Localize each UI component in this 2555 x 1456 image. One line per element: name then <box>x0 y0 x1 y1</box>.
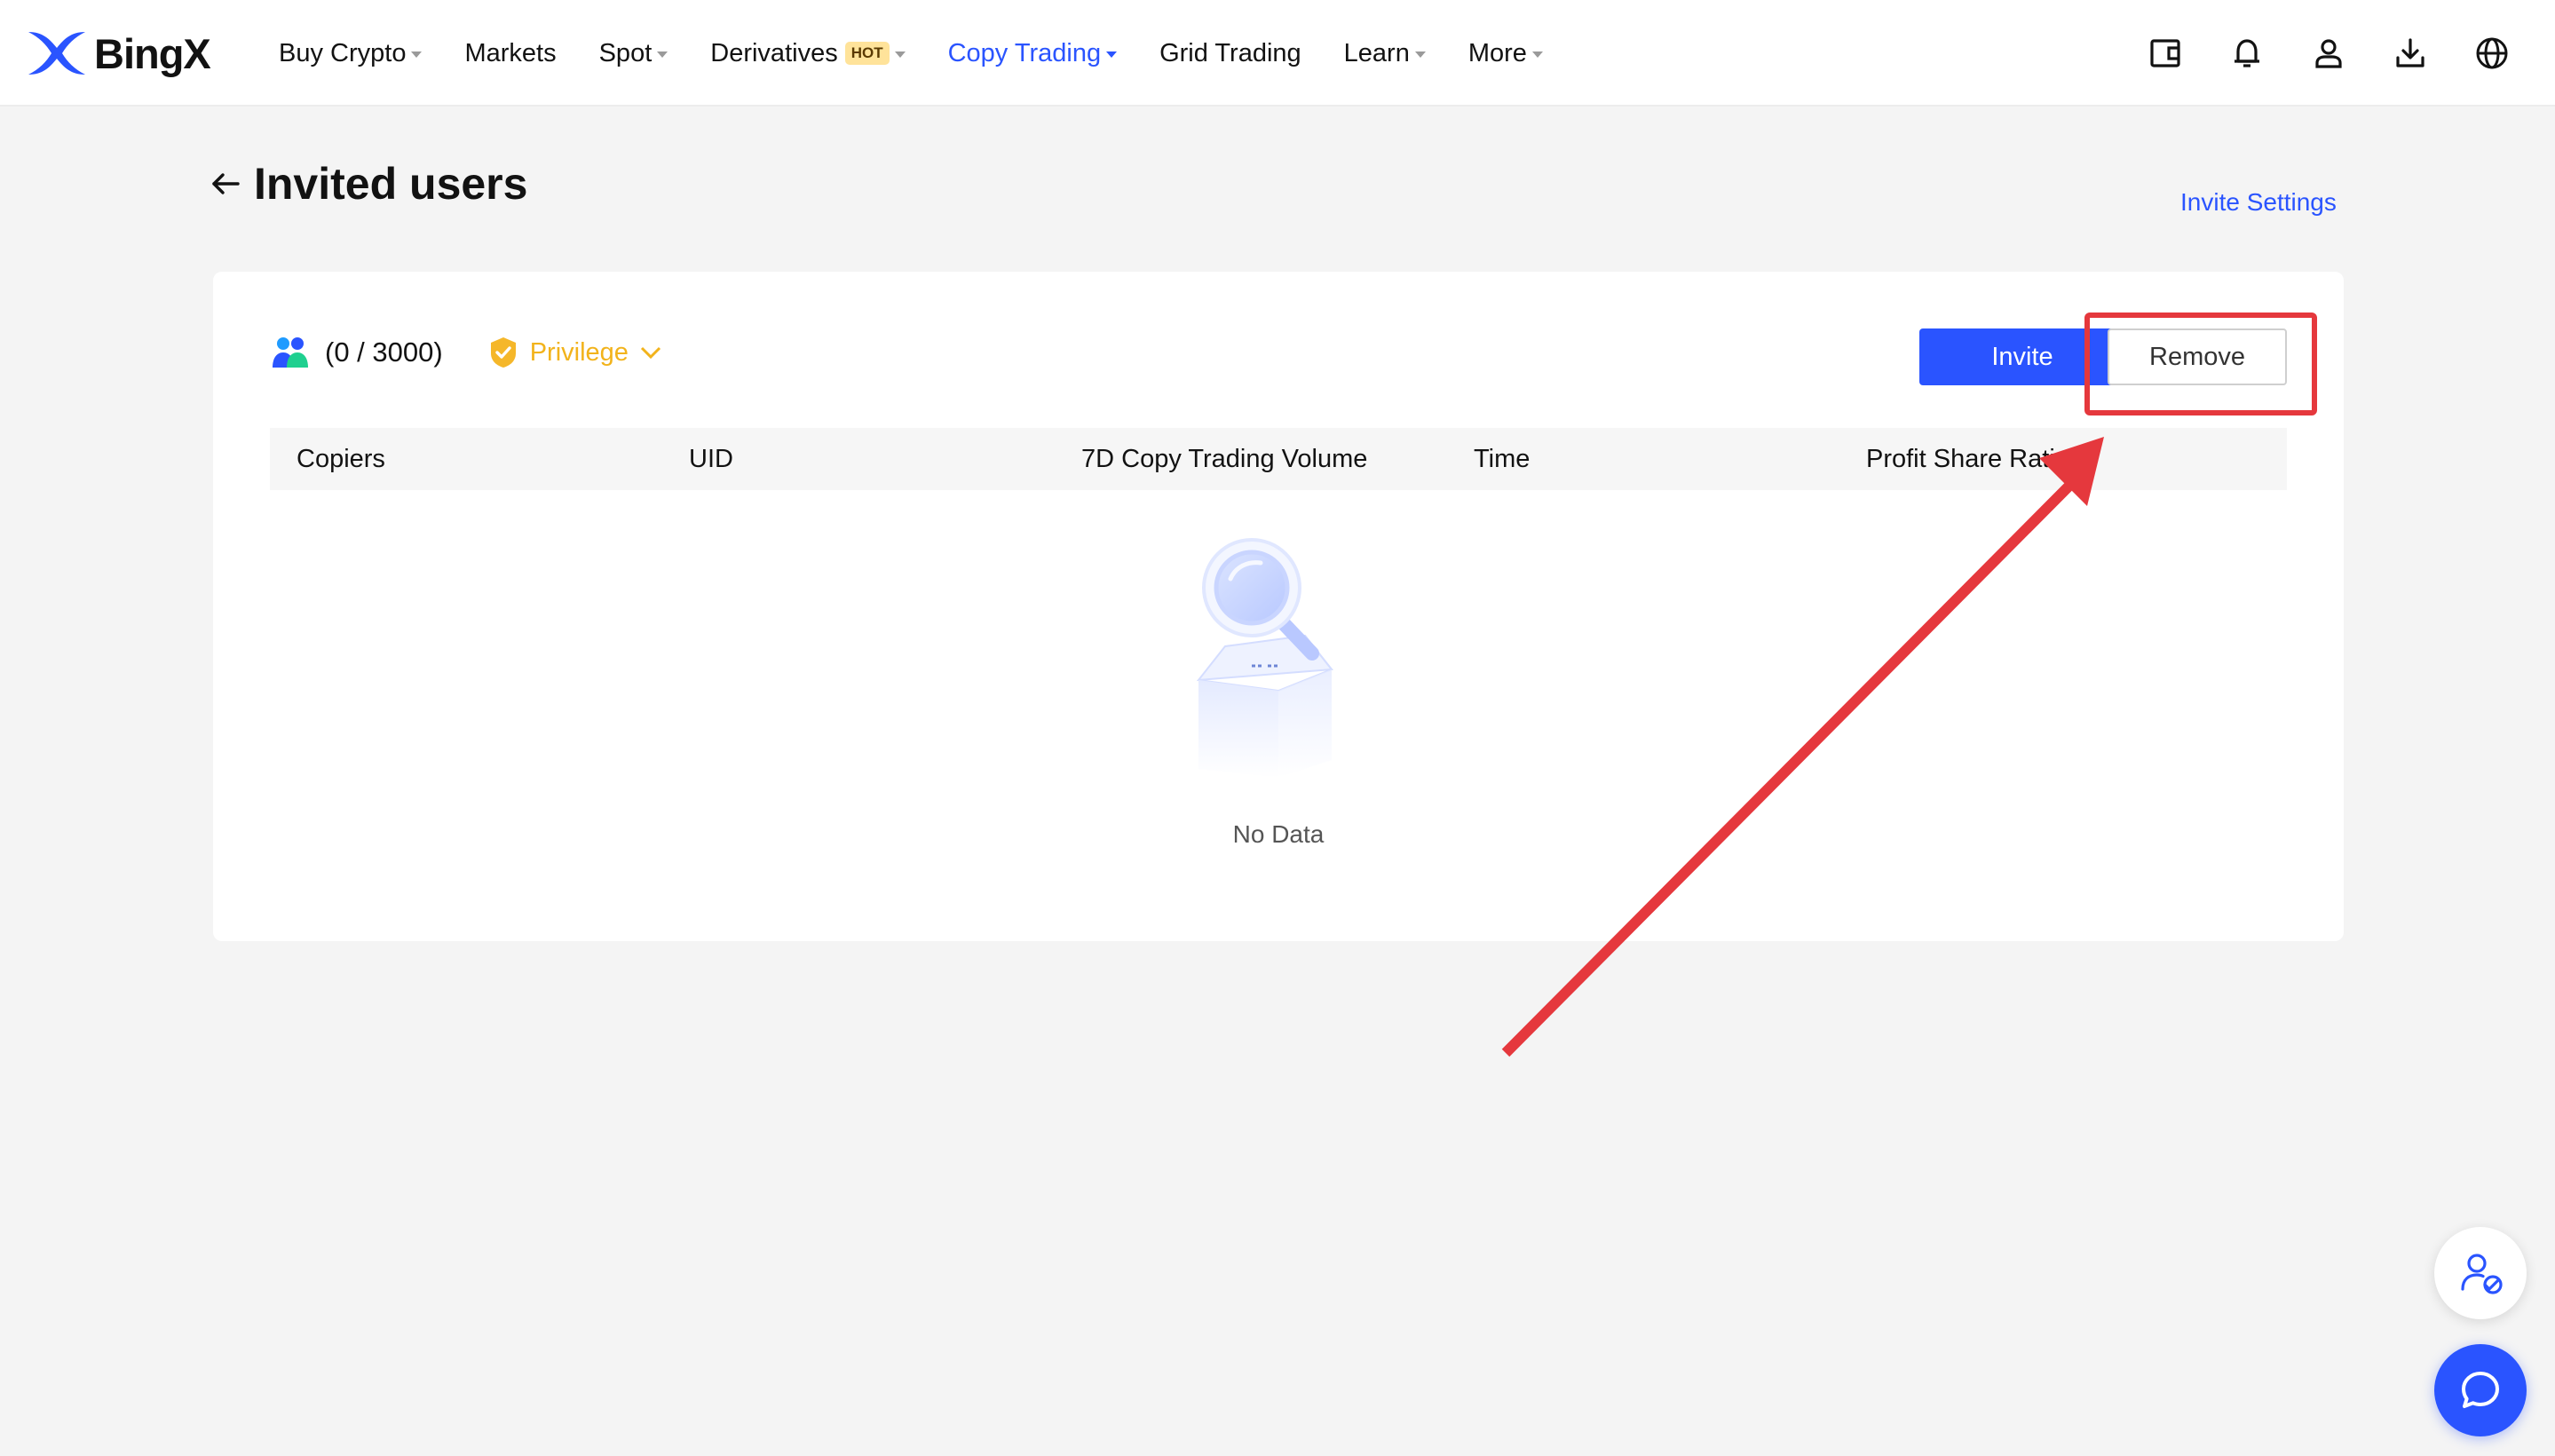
invited-users-card: (0 / 3000) Privilege Invite Remove Copie… <box>213 272 2344 941</box>
invite-count: (0 / 3000) <box>325 336 443 368</box>
brand-name: BingX <box>94 29 211 77</box>
wallet-icon[interactable] <box>2140 28 2191 79</box>
nav-buy-crypto[interactable]: Buy Crypto <box>279 38 423 68</box>
privilege-badge-icon <box>490 337 516 368</box>
top-navigation: BingX Buy Crypto Markets Spot Derivative… <box>0 0 2555 107</box>
page-header: Invited users <box>210 158 527 210</box>
no-data-text: No Data <box>1232 820 1325 848</box>
nav-grid-trading[interactable]: Grid Trading <box>1159 39 1301 68</box>
caret-down-icon <box>1531 51 1543 58</box>
main-menu: Buy Crypto Markets Spot Derivatives HOT … <box>279 0 1586 107</box>
privilege-dropdown[interactable]: Privilege <box>487 336 662 369</box>
nav-copy-trading[interactable]: Copy Trading <box>948 39 1118 68</box>
invite-count-row: (0 / 3000) Privilege <box>272 336 662 369</box>
nav-derivatives[interactable]: Derivatives HOT <box>710 38 906 68</box>
back-arrow-icon[interactable] <box>210 168 241 200</box>
nav-spot-label: Spot <box>598 38 653 67</box>
column-7d-volume: 7D Copy Trading Volume <box>1081 445 1368 473</box>
bell-icon[interactable] <box>2221 28 2273 79</box>
nav-learn-label: Learn <box>1343 38 1410 67</box>
support-agent-button[interactable] <box>2434 1227 2527 1319</box>
globe-icon[interactable] <box>2466 28 2518 79</box>
table-header: Copiers UID 7D Copy Trading Volume Time … <box>270 428 2287 490</box>
nav-learn[interactable]: Learn <box>1344 39 1426 68</box>
nav-markets-label: Markets <box>464 38 557 67</box>
nav-buy-crypto-label: Buy Crypto <box>279 38 407 67</box>
nav-more-label: More <box>1467 38 1527 67</box>
column-profit-share-ratio: Profit Share Rati <box>1866 445 2055 473</box>
chevron-down-icon <box>640 346 661 360</box>
bingx-logo-icon <box>28 32 85 75</box>
annotation-highlight-box <box>2084 313 2317 415</box>
chat-button[interactable] <box>2434 1344 2527 1436</box>
hot-badge: HOT <box>844 42 890 65</box>
caret-down-icon <box>657 51 668 58</box>
column-uid: UID <box>689 445 733 473</box>
caret-down-icon <box>1106 51 1118 58</box>
nav-grid-trading-label: Grid Trading <box>1159 38 1301 67</box>
caret-down-icon <box>1414 51 1426 58</box>
caret-down-icon <box>894 51 906 58</box>
invite-settings-link[interactable]: Invite Settings <box>2180 188 2337 217</box>
nav-derivatives-label: Derivatives <box>710 38 838 67</box>
bingx-logo[interactable]: BingX <box>27 27 211 80</box>
user-icon[interactable] <box>2303 28 2354 79</box>
chat-bubble-icon <box>2462 1372 2499 1408</box>
nav-markets[interactable]: Markets <box>464 39 556 68</box>
nav-copy-trading-label: Copy Trading <box>947 38 1102 67</box>
support-agent-icon <box>2461 1254 2503 1294</box>
caret-down-icon <box>411 51 423 58</box>
nav-more[interactable]: More <box>1468 39 1543 68</box>
no-data-illustration <box>1196 538 1333 778</box>
nav-icon-group <box>2109 28 2518 79</box>
nav-spot[interactable]: Spot <box>599 39 668 68</box>
column-time: Time <box>1474 445 1531 473</box>
page-title: Invited users <box>254 159 528 209</box>
privilege-label: Privilege <box>529 337 629 367</box>
users-icon <box>273 337 308 368</box>
column-copiers: Copiers <box>297 445 385 473</box>
download-icon[interactable] <box>2385 28 2436 79</box>
